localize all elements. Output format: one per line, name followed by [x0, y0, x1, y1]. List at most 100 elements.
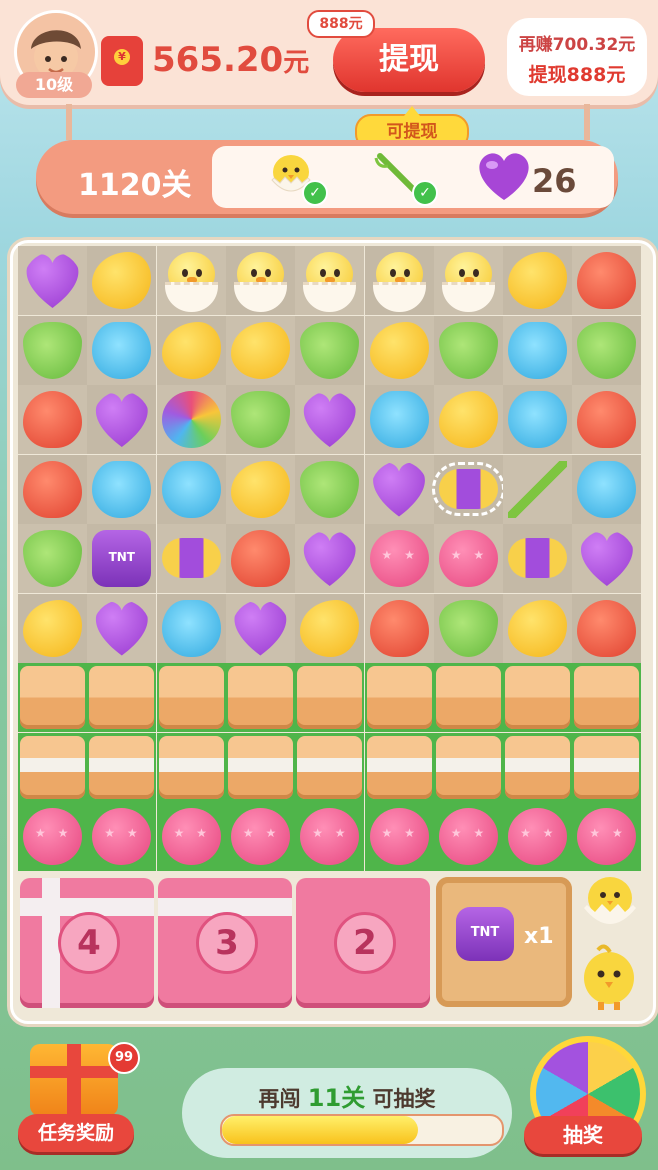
- board-cell[interactable]: [156, 454, 226, 524]
- board-cell[interactable]: [503, 385, 573, 454]
- board-cell[interactable]: [225, 732, 295, 802]
- board-cell[interactable]: [364, 593, 434, 663]
- crate-icon: [227, 666, 293, 729]
- crate-icon: [297, 666, 363, 729]
- apple-icon: [23, 460, 82, 518]
- heart-icon: [92, 391, 151, 448]
- board-cell[interactable]: [225, 315, 295, 385]
- board-cell[interactable]: [433, 524, 503, 593]
- gift-ribbon: [67, 1044, 81, 1116]
- board-cell[interactable]: [225, 524, 295, 593]
- board-cell[interactable]: [503, 524, 573, 593]
- board-cell[interactable]: [18, 385, 87, 454]
- board-cell[interactable]: [503, 246, 573, 315]
- task-reward-button[interactable]: 任务奖励: [18, 1114, 134, 1152]
- board-cell[interactable]: [364, 315, 434, 385]
- board-cell[interactable]: [87, 663, 157, 732]
- board-cell[interactable]: [503, 802, 573, 871]
- board-cell[interactable]: [364, 663, 434, 732]
- board-cell[interactable]: [433, 385, 503, 454]
- board-cell[interactable]: [503, 593, 573, 663]
- board-cell[interactable]: [364, 454, 434, 524]
- board-cell[interactable]: [225, 593, 295, 663]
- board-cell[interactable]: [295, 802, 365, 871]
- board-cell[interactable]: [18, 802, 87, 871]
- board-cell[interactable]: [364, 524, 434, 593]
- board-cell[interactable]: [87, 732, 157, 802]
- crate-icon: [89, 666, 155, 729]
- board-cell[interactable]: [572, 593, 642, 663]
- board-cell[interactable]: [503, 663, 573, 732]
- board-cell[interactable]: [156, 315, 226, 385]
- board-cell[interactable]: [572, 385, 642, 454]
- rope-left: [66, 104, 72, 140]
- board-cell[interactable]: TNT: [87, 524, 157, 593]
- rocket-icon: [161, 538, 221, 578]
- board-cell[interactable]: [431, 454, 505, 524]
- board-cell[interactable]: [156, 802, 226, 871]
- board-cell[interactable]: [433, 315, 503, 385]
- board-cell[interactable]: [433, 593, 503, 663]
- chick-icon: [439, 252, 498, 312]
- heart-icon: [577, 530, 636, 587]
- board-cell[interactable]: [572, 454, 642, 524]
- board-cell[interactable]: [295, 454, 365, 524]
- board-cell[interactable]: [572, 802, 642, 871]
- board-cell[interactable]: [18, 246, 87, 315]
- board-cell[interactable]: [572, 663, 642, 732]
- shell-icon: [369, 391, 429, 448]
- board-cell[interactable]: [295, 593, 365, 663]
- board-cell[interactable]: [87, 454, 157, 524]
- board-cell[interactable]: [225, 454, 295, 524]
- board-cell[interactable]: [225, 385, 295, 454]
- board-cell[interactable]: [156, 246, 226, 315]
- board-cell[interactable]: [572, 732, 642, 802]
- board-cell[interactable]: [295, 315, 365, 385]
- board-cell[interactable]: [295, 524, 365, 593]
- board-cell[interactable]: [503, 454, 573, 524]
- board-cell[interactable]: [225, 663, 295, 732]
- board-cell[interactable]: [87, 802, 157, 871]
- board-cell[interactable]: [364, 802, 434, 871]
- board-cell[interactable]: [18, 524, 87, 593]
- board-cell[interactable]: [18, 593, 87, 663]
- board-cell[interactable]: [433, 246, 503, 315]
- board-cell[interactable]: [18, 454, 87, 524]
- board-cell[interactable]: [572, 246, 642, 315]
- board-cell[interactable]: [87, 385, 157, 454]
- board-cell[interactable]: [225, 246, 295, 315]
- board-cell[interactable]: [87, 593, 157, 663]
- board-cell[interactable]: [503, 732, 573, 802]
- level-number: 1120关: [78, 168, 192, 203]
- board-cell[interactable]: [433, 732, 503, 802]
- board-cell[interactable]: [156, 593, 226, 663]
- board-cell[interactable]: [295, 732, 365, 802]
- board-cell[interactable]: [364, 732, 434, 802]
- board-cell[interactable]: [295, 385, 365, 454]
- board-cell[interactable]: [156, 385, 226, 454]
- board-cell[interactable]: [364, 385, 434, 454]
- board-cell[interactable]: [572, 524, 642, 593]
- board-cell[interactable]: [433, 663, 503, 732]
- board-cell[interactable]: [18, 732, 87, 802]
- board-cell[interactable]: [433, 802, 503, 871]
- board-cell[interactable]: [364, 246, 434, 315]
- heart-icon: [23, 252, 82, 309]
- crate-tape-icon: [20, 735, 85, 799]
- board-cell[interactable]: [295, 246, 365, 315]
- heart-icon: [231, 600, 290, 657]
- board-cell[interactable]: [225, 802, 295, 871]
- board-cell[interactable]: [87, 246, 157, 315]
- board-cell[interactable]: [156, 524, 226, 593]
- board-cell[interactable]: [295, 663, 365, 732]
- board-cell[interactable]: [156, 732, 226, 802]
- board-cell[interactable]: [503, 315, 573, 385]
- board-cell[interactable]: [572, 315, 642, 385]
- board-cell[interactable]: [18, 315, 87, 385]
- board-cell[interactable]: [18, 663, 87, 732]
- board-cell[interactable]: [156, 663, 226, 732]
- gift-icon[interactable]: [30, 1044, 118, 1116]
- lottery-button[interactable]: 抽奖: [524, 1116, 642, 1154]
- board-cell[interactable]: [87, 315, 157, 385]
- chick-icon: [231, 252, 290, 312]
